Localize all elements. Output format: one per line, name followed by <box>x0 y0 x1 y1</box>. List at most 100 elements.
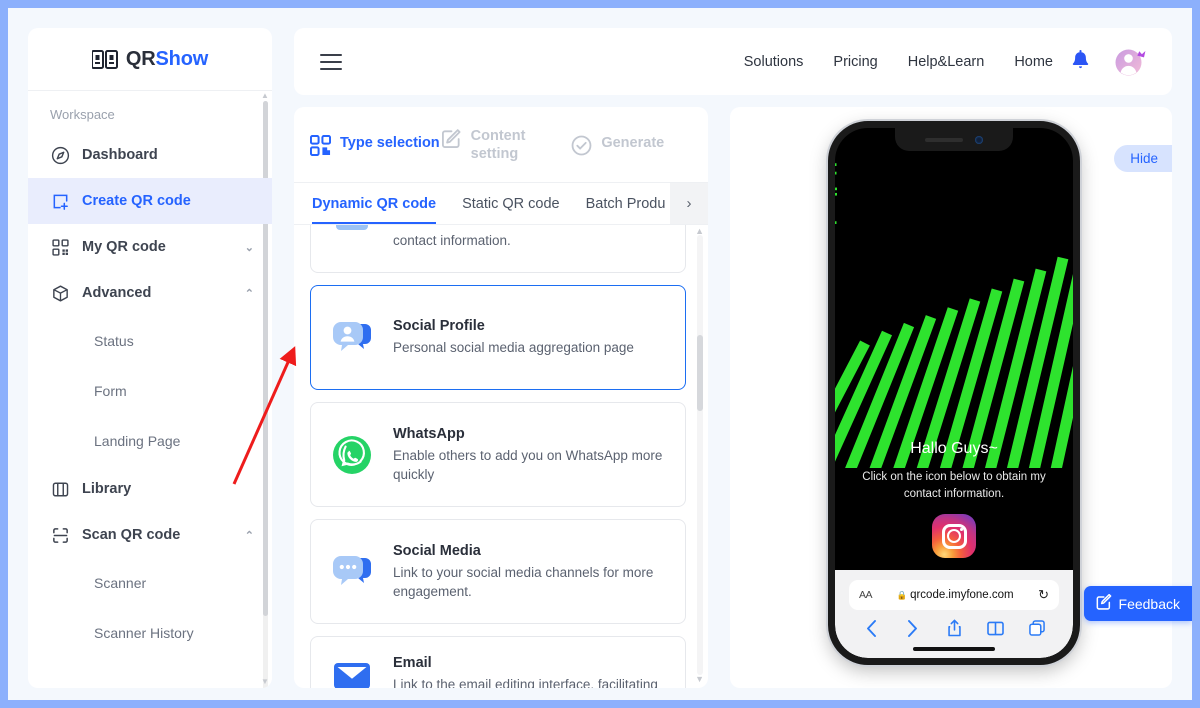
safari-browser-bar: AA 🔒 qrcode.imyfone.com ↻ <box>835 570 1073 658</box>
tabs-icon[interactable] <box>1023 620 1051 636</box>
phone-side-text: Hallo~! <box>835 162 839 226</box>
safari-toolbar <box>849 610 1059 637</box>
qr-type-card-title: Social Media <box>393 542 481 559</box>
app-root: QRShow ▲ ▼ Workspace Dashboard Create QR… <box>8 8 1192 700</box>
qr-type-card-title: Social Profile <box>393 318 485 334</box>
instagram-glyph <box>941 523 967 549</box>
qr-type-card-partial[interactable]: contact information. <box>310 225 686 273</box>
phone-home-indicator <box>913 647 995 651</box>
top-nav-links: Solutions Pricing Help&Learn Home <box>744 54 1053 70</box>
lock-icon: 🔒 <box>896 589 908 600</box>
share-icon[interactable] <box>940 619 968 637</box>
step-label: Type selection <box>340 134 440 151</box>
safari-url-bar[interactable]: AA 🔒 qrcode.imyfone.com ↻ <box>849 580 1059 610</box>
sidebar-subitem-scanner[interactable]: Scanner <box>28 558 272 608</box>
qr-logo-icon <box>91 49 118 69</box>
sidebar-subitem-scanner-history[interactable]: Scanner History <box>28 608 272 658</box>
sidebar-scroll-down-arrow[interactable]: ▼ <box>261 678 269 686</box>
feedback-button[interactable]: Feedback <box>1083 586 1192 621</box>
qr-type-card-social-media[interactable]: Social Media Link to your social media c… <box>310 519 686 624</box>
qr-type-card-title: Email <box>393 655 432 671</box>
step-content-setting[interactable]: Content setting <box>441 127 572 163</box>
reload-icon[interactable]: ↻ <box>1038 587 1049 603</box>
qr-type-icon <box>309 134 332 156</box>
book-icon <box>50 479 70 499</box>
chevron-up-icon: ⌃ <box>244 287 254 300</box>
qr-type-card-title: WhatsApp <box>393 425 465 442</box>
check-circle-icon <box>571 135 592 156</box>
phone-volume-down-button <box>828 314 829 352</box>
chevron-left-icon[interactable] <box>857 619 885 637</box>
cube-icon <box>50 283 70 303</box>
top-nav-help-learn[interactable]: Help&Learn <box>908 54 985 70</box>
step-type-selection[interactable]: Type selection <box>309 134 441 156</box>
phone-preview: Hallo~! Hallo Guys~ Click on the icon be… <box>828 121 1080 665</box>
tab-static-qr-code[interactable]: Static QR code <box>462 183 560 224</box>
instagram-icon[interactable] <box>932 514 976 558</box>
step-generate[interactable]: Generate <box>571 134 702 156</box>
partial-card-icon <box>329 225 375 250</box>
sidebar-item-label: Create QR code <box>82 193 191 209</box>
notification-bell-icon[interactable] <box>1069 49 1092 74</box>
qr-type-card-whatsapp[interactable]: WhatsApp Enable others to add you on Wha… <box>310 402 686 507</box>
sidebar-subitem-status[interactable]: Status <box>28 316 272 366</box>
chevron-right-icon[interactable] <box>899 619 927 637</box>
whatsapp-icon <box>329 434 375 476</box>
safari-url-text: qrcode.imyfone.com <box>910 589 1014 601</box>
cards-scrollbar-thumb[interactable] <box>697 335 703 411</box>
qr-type-tabs: Dynamic QR code Static QR code Batch Pro… <box>294 183 708 225</box>
cards-scrollbar[interactable] <box>697 235 703 675</box>
step-label: Content setting <box>470 127 526 162</box>
sidebar-subitem-form[interactable]: Form <box>28 366 272 416</box>
scan-icon <box>50 525 70 545</box>
sidebar-item-advanced[interactable]: Advanced ⌃ <box>28 270 272 316</box>
phone-power-button <box>1079 288 1080 340</box>
sidebar-scroll-up-arrow[interactable]: ▲ <box>261 92 269 100</box>
cards-scroll-down-arrow[interactable]: ▼ <box>695 675 704 684</box>
qr-type-card-desc: Link to the email editing interface, fac… <box>393 677 658 688</box>
user-avatar-crown-icon[interactable] <box>1112 46 1150 78</box>
phone-screen: Hallo~! Hallo Guys~ Click on the icon be… <box>835 128 1073 658</box>
tab-batch-produce[interactable]: Batch Produ <box>586 183 666 224</box>
sidebar-item-label: Dashboard <box>82 147 158 163</box>
phone-mute-button <box>828 224 829 246</box>
top-nav-solutions[interactable]: Solutions <box>744 54 804 70</box>
qr-type-card-email[interactable]: Email Link to the email editing interfac… <box>310 636 686 688</box>
step-indicator: Type selection Content setting Generate <box>294 107 708 183</box>
brand-name-dark: QR <box>125 47 156 70</box>
edit-square-icon <box>441 128 462 149</box>
sidebar-item-label: Library <box>82 481 132 497</box>
top-nav-pricing[interactable]: Pricing <box>833 54 877 70</box>
tab-dynamic-qr-code[interactable]: Dynamic QR code <box>312 183 437 224</box>
sidebar-item-dashboard[interactable]: Dashboard <box>28 132 272 178</box>
qr-type-card-body: Email Link to the email editing interfac… <box>393 655 665 688</box>
sidebar-item-my-qr-code[interactable]: My QR code ⌄ <box>28 224 272 270</box>
qr-type-panel: Type selection Content setting Generate … <box>294 107 708 688</box>
hamburger-icon[interactable] <box>320 53 342 70</box>
add-square-icon <box>50 191 70 211</box>
step-label: Generate <box>601 134 665 151</box>
safari-text-size-button[interactable]: AA <box>859 589 873 601</box>
sidebar-section-label: Workspace <box>50 107 115 122</box>
chevron-right-icon[interactable]: › <box>670 183 708 224</box>
qr-type-card-social-profile[interactable]: Social Profile Personal social media agg… <box>310 285 686 390</box>
sidebar-item-create-qr-code[interactable]: Create QR code <box>28 178 272 224</box>
sidebar-item-label: Advanced <box>82 285 152 301</box>
book-open-icon[interactable] <box>982 621 1010 636</box>
top-header: Solutions Pricing Help&Learn Home <box>294 28 1172 95</box>
compass-icon <box>50 145 70 165</box>
hide-preview-button[interactable]: Hide <box>1114 145 1172 172</box>
brand-logo-area[interactable]: QRShow <box>28 28 272 91</box>
sidebar-item-library[interactable]: Library <box>28 466 272 512</box>
sidebar-subitem-landing-page[interactable]: Landing Page <box>28 416 272 466</box>
feedback-label: Feedback <box>1118 595 1180 612</box>
social-media-icon <box>329 551 375 593</box>
sidebar-item-scan-qr-code[interactable]: Scan QR code ⌃ <box>28 512 272 558</box>
top-nav-home[interactable]: Home <box>1014 54 1053 70</box>
qr-green-stripes-graphic <box>835 256 1073 468</box>
brand-name-blue: Show <box>155 47 209 70</box>
phone-notch <box>895 128 1013 151</box>
phone-subtitle: Click on the icon below to obtain my con… <box>862 471 1046 500</box>
phone-volume-up-button <box>828 266 829 304</box>
social-profile-icon <box>329 317 375 359</box>
